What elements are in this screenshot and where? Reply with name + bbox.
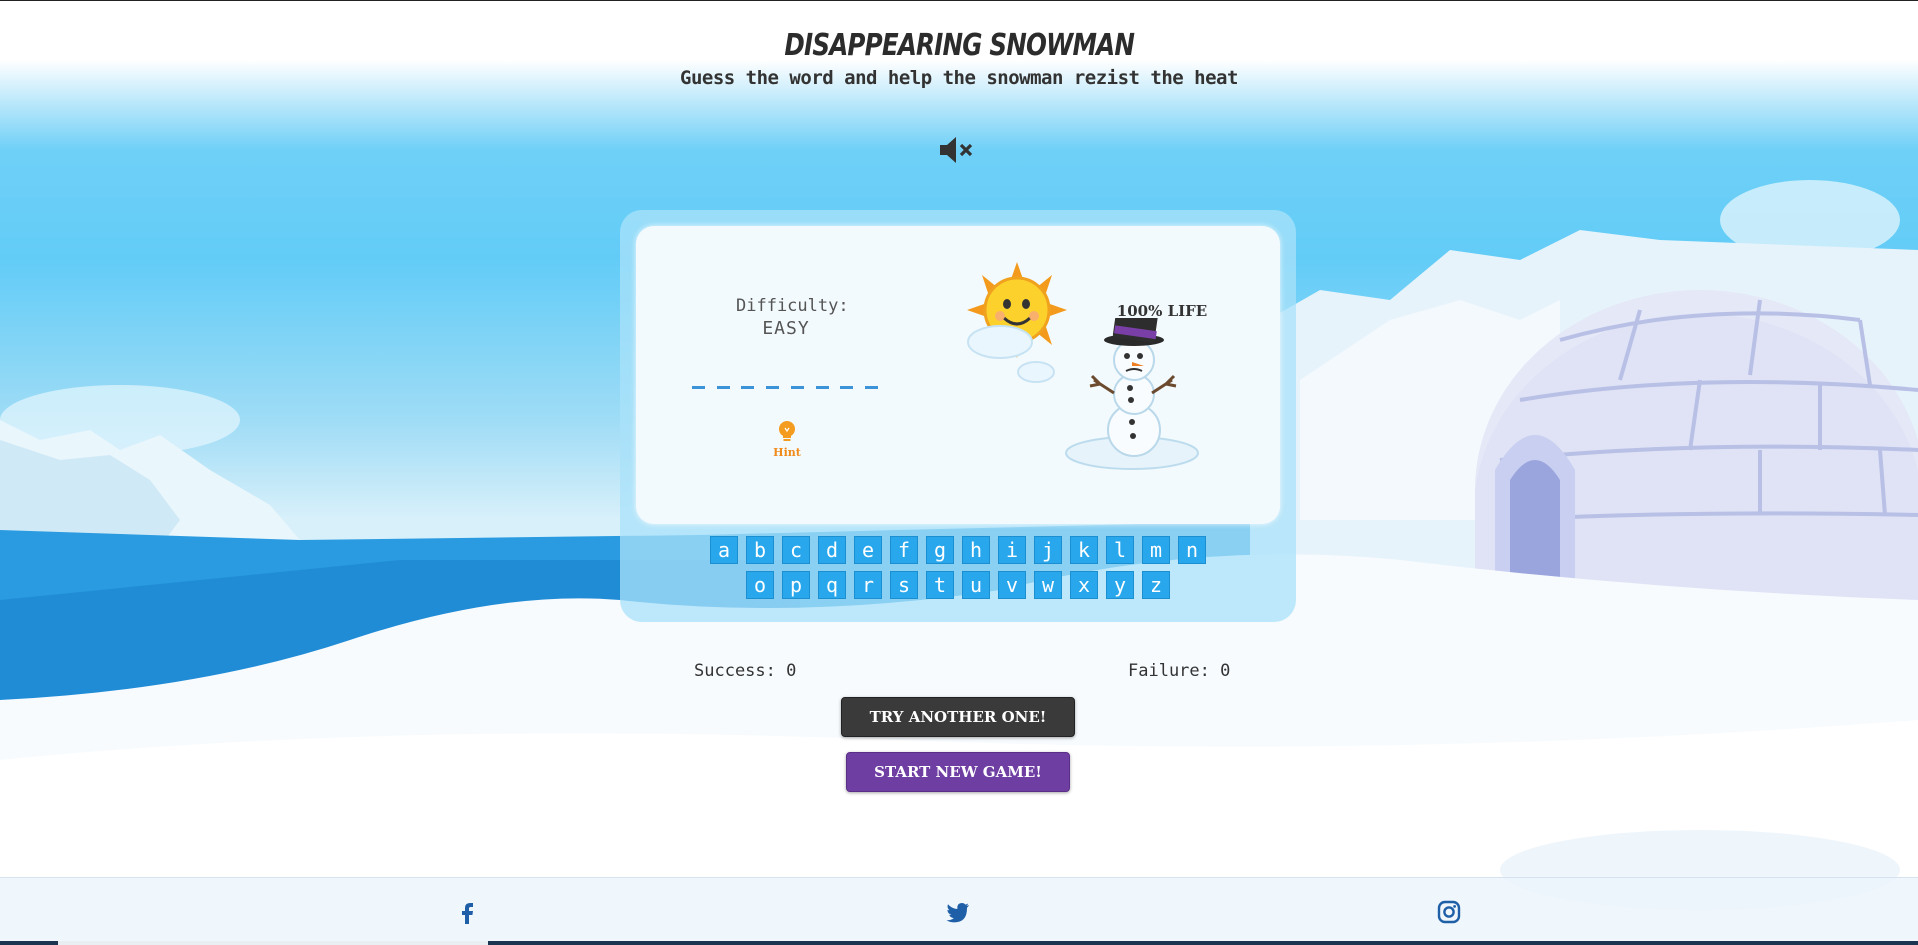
letter-key-f[interactable]: f: [890, 536, 918, 564]
letter-blank: [741, 386, 755, 389]
snowman-illustration: [1065, 318, 1199, 470]
try-another-button[interactable]: TRY ANOTHER ONE!: [841, 697, 1075, 737]
twitter-icon[interactable]: [945, 899, 971, 925]
page-subtitle: Guess the word and help the snowman rezi…: [680, 67, 1238, 89]
letter-blank: [840, 386, 854, 389]
letter-key-u[interactable]: u: [962, 571, 990, 599]
instagram-icon[interactable]: [1436, 899, 1462, 925]
difficulty-label: Difficulty:: [736, 296, 849, 316]
page-title: DISAPPEARING SNOWMAN: [784, 28, 1135, 63]
letter-key-r[interactable]: r: [854, 571, 882, 599]
letter-key-t[interactable]: t: [926, 571, 954, 599]
letter-key-o[interactable]: o: [746, 571, 774, 599]
facebook-icon[interactable]: [455, 899, 481, 925]
letter-key-z[interactable]: z: [1142, 571, 1170, 599]
page-header: DISAPPEARING SNOWMAN Guess the word and …: [0, 28, 1918, 89]
letter-key-g[interactable]: g: [926, 536, 954, 564]
letter-key-l[interactable]: l: [1106, 536, 1134, 564]
start-new-game-button[interactable]: START NEW GAME!: [846, 752, 1070, 792]
bottom-bar-highlight: [58, 941, 488, 945]
letter-key-x[interactable]: x: [1070, 571, 1098, 599]
letter-key-b[interactable]: b: [746, 536, 774, 564]
lightbulb-icon: [779, 421, 795, 441]
letter-key-w[interactable]: w: [1034, 571, 1062, 599]
keyboard-row-2: opqrstuvwxyz: [620, 571, 1296, 599]
letter-blank: [790, 386, 804, 389]
letter-key-j[interactable]: j: [1034, 536, 1062, 564]
letter-key-h[interactable]: h: [962, 536, 990, 564]
letter-key-a[interactable]: a: [710, 536, 738, 564]
letter-key-d[interactable]: d: [818, 536, 846, 564]
letter-blank: [815, 386, 829, 389]
letter-key-v[interactable]: v: [998, 571, 1026, 599]
speaker-muted-icon[interactable]: [938, 134, 976, 166]
top-border: [0, 0, 1918, 1]
success-count: Success: 0: [694, 661, 797, 681]
letter-blank: [766, 386, 780, 389]
hint-button[interactable]: Hint: [768, 420, 806, 459]
word-blanks: [692, 386, 878, 389]
letter-key-m[interactable]: m: [1142, 536, 1170, 564]
letter-key-s[interactable]: s: [890, 571, 918, 599]
letter-key-p[interactable]: p: [782, 571, 810, 599]
letter-blank: [716, 386, 730, 389]
letter-key-e[interactable]: e: [854, 536, 882, 564]
keyboard-row-1: abcdefghijklmn: [620, 536, 1296, 564]
letter-key-q[interactable]: q: [818, 571, 846, 599]
hint-label: Hint: [773, 446, 801, 459]
difficulty-value: EASY: [762, 318, 810, 339]
letter-key-n[interactable]: n: [1178, 536, 1206, 564]
failure-count: Failure: 0: [1128, 661, 1231, 681]
letter-blank: [864, 386, 878, 389]
letter-key-c[interactable]: c: [782, 536, 810, 564]
letter-blank: [692, 386, 705, 389]
letter-key-y[interactable]: y: [1106, 571, 1134, 599]
letter-key-i[interactable]: i: [998, 536, 1026, 564]
letter-key-k[interactable]: k: [1070, 536, 1098, 564]
